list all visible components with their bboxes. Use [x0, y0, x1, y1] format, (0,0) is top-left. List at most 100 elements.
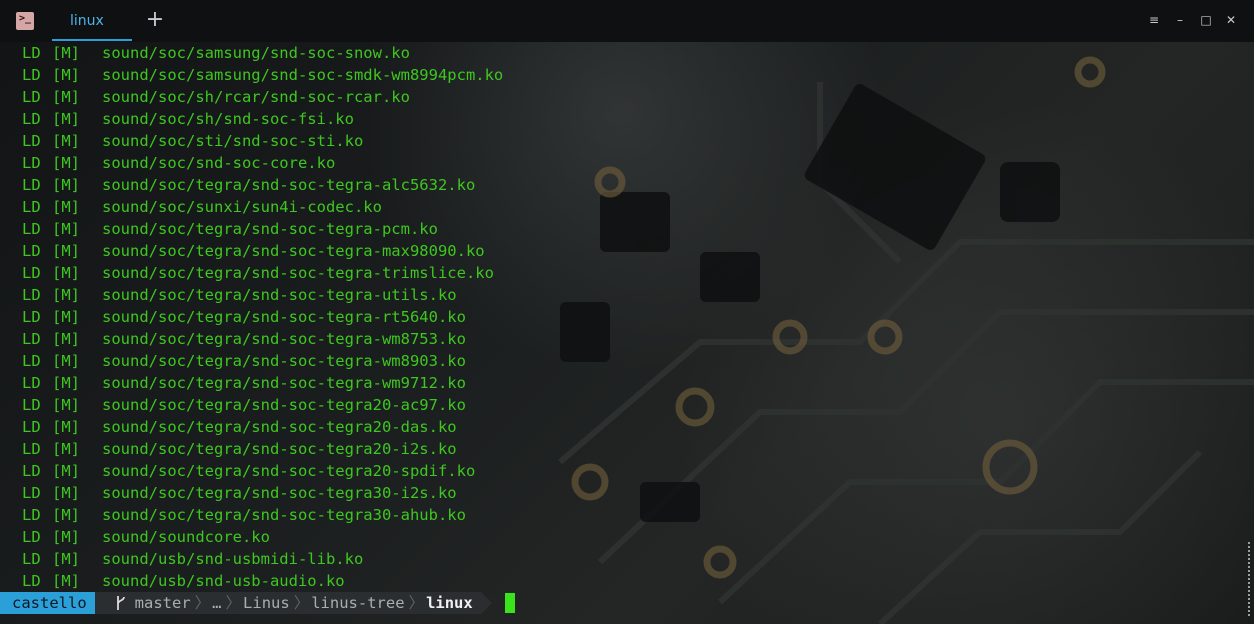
prompt-ellipsis: …	[212, 594, 222, 612]
terminal-output: LD [M] sound/soc/samsung/snd-soc-snow.ko L…	[22, 42, 503, 592]
line-path: sound/soc/samsung/snd-soc-smdk-wm8994pcm…	[102, 66, 504, 84]
output-line: LD [M] sound/soc/sunxi/sun4i-codec.ko	[22, 196, 503, 218]
line-tag: LD	[22, 176, 41, 194]
prompt-separator: 〉	[194, 594, 211, 612]
line-tag: LD	[22, 198, 41, 216]
line-flag: [M]	[52, 374, 80, 392]
line-tag: LD	[22, 44, 41, 62]
prompt-user: castello	[12, 594, 87, 612]
line-tag: LD	[22, 374, 41, 392]
output-line: LD [M] sound/soc/tegra/snd-soc-tegra-wm890…	[22, 350, 503, 372]
line-flag: [M]	[52, 198, 80, 216]
line-tag: LD	[22, 220, 41, 238]
line-path: sound/soc/sh/snd-soc-fsi.ko	[102, 110, 354, 128]
output-line: LD [M] sound/soc/tegra/snd-soc-tegra20-das…	[22, 416, 503, 438]
prompt-separator: 〉	[408, 594, 425, 612]
line-flag: [M]	[52, 66, 80, 84]
line-path: sound/soc/tegra/snd-soc-tegra-pcm.ko	[102, 220, 438, 238]
line-tag: LD	[22, 396, 41, 414]
prompt-user-segment: castello	[0, 592, 106, 614]
scrollbar[interactable]	[1248, 542, 1250, 616]
line-flag: [M]	[52, 528, 80, 546]
line-tag: LD	[22, 330, 41, 348]
line-path: sound/soc/tegra/snd-soc-tegra-wm8753.ko	[102, 330, 466, 348]
line-tag: LD	[22, 550, 41, 568]
branch-icon	[116, 596, 125, 610]
output-line: LD [M] sound/soc/tegra/snd-soc-tegra-rt564…	[22, 306, 503, 328]
line-path: sound/soc/tegra/snd-soc-tegra20-das.ko	[102, 418, 457, 436]
line-flag: [M]	[52, 44, 80, 62]
line-path: sound/soc/tegra/snd-soc-tegra-rt5640.ko	[102, 308, 466, 326]
new-tab-button[interactable]: +	[144, 9, 166, 32]
app-icon-glyph: >_	[19, 13, 32, 24]
line-flag: [M]	[52, 132, 80, 150]
prompt-path-segment: master 〉 … 〉 Linus 〉 linus-tree 〉 linux	[94, 592, 492, 614]
output-line: LD [M] sound/soc/sh/rcar/snd-soc-rcar.ko	[22, 86, 503, 108]
tab-linux[interactable]: linux	[52, 0, 132, 41]
output-line: LD [M] sound/soc/samsung/snd-soc-snow.ko	[22, 42, 503, 64]
line-flag: [M]	[52, 506, 80, 524]
line-flag: [M]	[52, 330, 80, 348]
output-line: LD [M] sound/soc/tegra/snd-soc-tegra-utils…	[22, 284, 503, 306]
line-tag: LD	[22, 528, 41, 546]
menu-button[interactable]: ≡	[1146, 12, 1162, 28]
output-line: LD [M] sound/soc/tegra/snd-soc-tegra30-ahu…	[22, 504, 503, 526]
line-flag: [M]	[52, 286, 80, 304]
maximize-button[interactable]: □	[1198, 12, 1214, 28]
line-flag: [M]	[52, 308, 80, 326]
line-tag: LD	[22, 440, 41, 458]
line-path: sound/soc/sunxi/sun4i-codec.ko	[102, 198, 382, 216]
output-line: LD [M] sound/soc/tegra/snd-soc-tegra-wm875…	[22, 328, 503, 350]
line-flag: [M]	[52, 550, 80, 568]
output-line: LD [M] sound/soc/sti/snd-soc-sti.ko	[22, 130, 503, 152]
prompt-separator: 〉	[293, 594, 310, 612]
line-path: sound/soc/tegra/snd-soc-tegra30-i2s.ko	[102, 484, 457, 502]
output-line: LD [M] sound/soc/tegra/snd-soc-tegra-alc56…	[22, 174, 503, 196]
line-flag: [M]	[52, 242, 80, 260]
line-flag: [M]	[52, 110, 80, 128]
prompt-path-part: linus-tree	[311, 594, 405, 612]
output-line: LD [M] sound/usb/snd-usb-audio.ko	[22, 570, 503, 592]
line-path: sound/soc/tegra/snd-soc-tegra-utils.ko	[102, 286, 457, 304]
line-tag: LD	[22, 132, 41, 150]
line-flag: [M]	[52, 220, 80, 238]
line-path: sound/soc/sh/rcar/snd-soc-rcar.ko	[102, 88, 410, 106]
line-flag: [M]	[52, 462, 80, 480]
line-tag: LD	[22, 154, 41, 172]
line-tag: LD	[22, 66, 41, 84]
line-path: sound/soc/tegra/snd-soc-tegra-trimslice.…	[102, 264, 494, 282]
output-line: LD [M] sound/soc/tegra/snd-soc-tegra-trims…	[22, 262, 503, 284]
line-tag: LD	[22, 308, 41, 326]
line-path: sound/soc/tegra/snd-soc-tegra20-spdif.ko	[102, 462, 476, 480]
line-tag: LD	[22, 110, 41, 128]
tab-label: linux	[70, 13, 104, 29]
line-path: sound/soc/tegra/snd-soc-tegra-max98090.k…	[102, 242, 485, 260]
line-flag: [M]	[52, 418, 80, 436]
line-tag: LD	[22, 242, 41, 260]
minimize-button[interactable]: –	[1172, 12, 1188, 28]
line-tag: LD	[22, 462, 41, 480]
output-line: LD [M] sound/soc/tegra/snd-soc-tegra-wm971…	[22, 372, 503, 394]
line-path: sound/soc/tegra/snd-soc-tegra20-i2s.ko	[102, 440, 457, 458]
terminal-area[interactable]: LD [M] sound/soc/samsung/snd-soc-snow.ko L…	[0, 42, 1254, 624]
close-button[interactable]: ✕	[1223, 12, 1239, 28]
line-flag: [M]	[52, 264, 80, 282]
line-flag: [M]	[52, 440, 80, 458]
output-line: LD [M] sound/soc/tegra/snd-soc-tegra30-i2s…	[22, 482, 503, 504]
terminal-cursor	[504, 593, 515, 613]
line-flag: [M]	[52, 484, 80, 502]
prompt-separator: 〉	[225, 594, 242, 612]
line-path: sound/soc/tegra/snd-soc-tegra30-ahub.ko	[102, 506, 466, 524]
terminal-app-icon[interactable]: >_	[16, 12, 34, 30]
line-path: sound/soc/snd-soc-core.ko	[102, 154, 336, 172]
line-path: sound/soc/tegra/snd-soc-tegra-wm8903.ko	[102, 352, 466, 370]
line-path: sound/soc/tegra/snd-soc-tegra-alc5632.ko	[102, 176, 476, 194]
line-flag: [M]	[52, 176, 80, 194]
output-line: LD [M] sound/soc/samsung/snd-soc-smdk-wm89…	[22, 64, 503, 86]
line-tag: LD	[22, 572, 41, 590]
output-line: LD [M] sound/soc/tegra/snd-soc-tegra20-spd…	[22, 460, 503, 482]
prompt-branch: master	[134, 594, 191, 612]
line-tag: LD	[22, 418, 41, 436]
line-flag: [M]	[52, 154, 80, 172]
prompt-current-dir: linux	[426, 594, 473, 612]
